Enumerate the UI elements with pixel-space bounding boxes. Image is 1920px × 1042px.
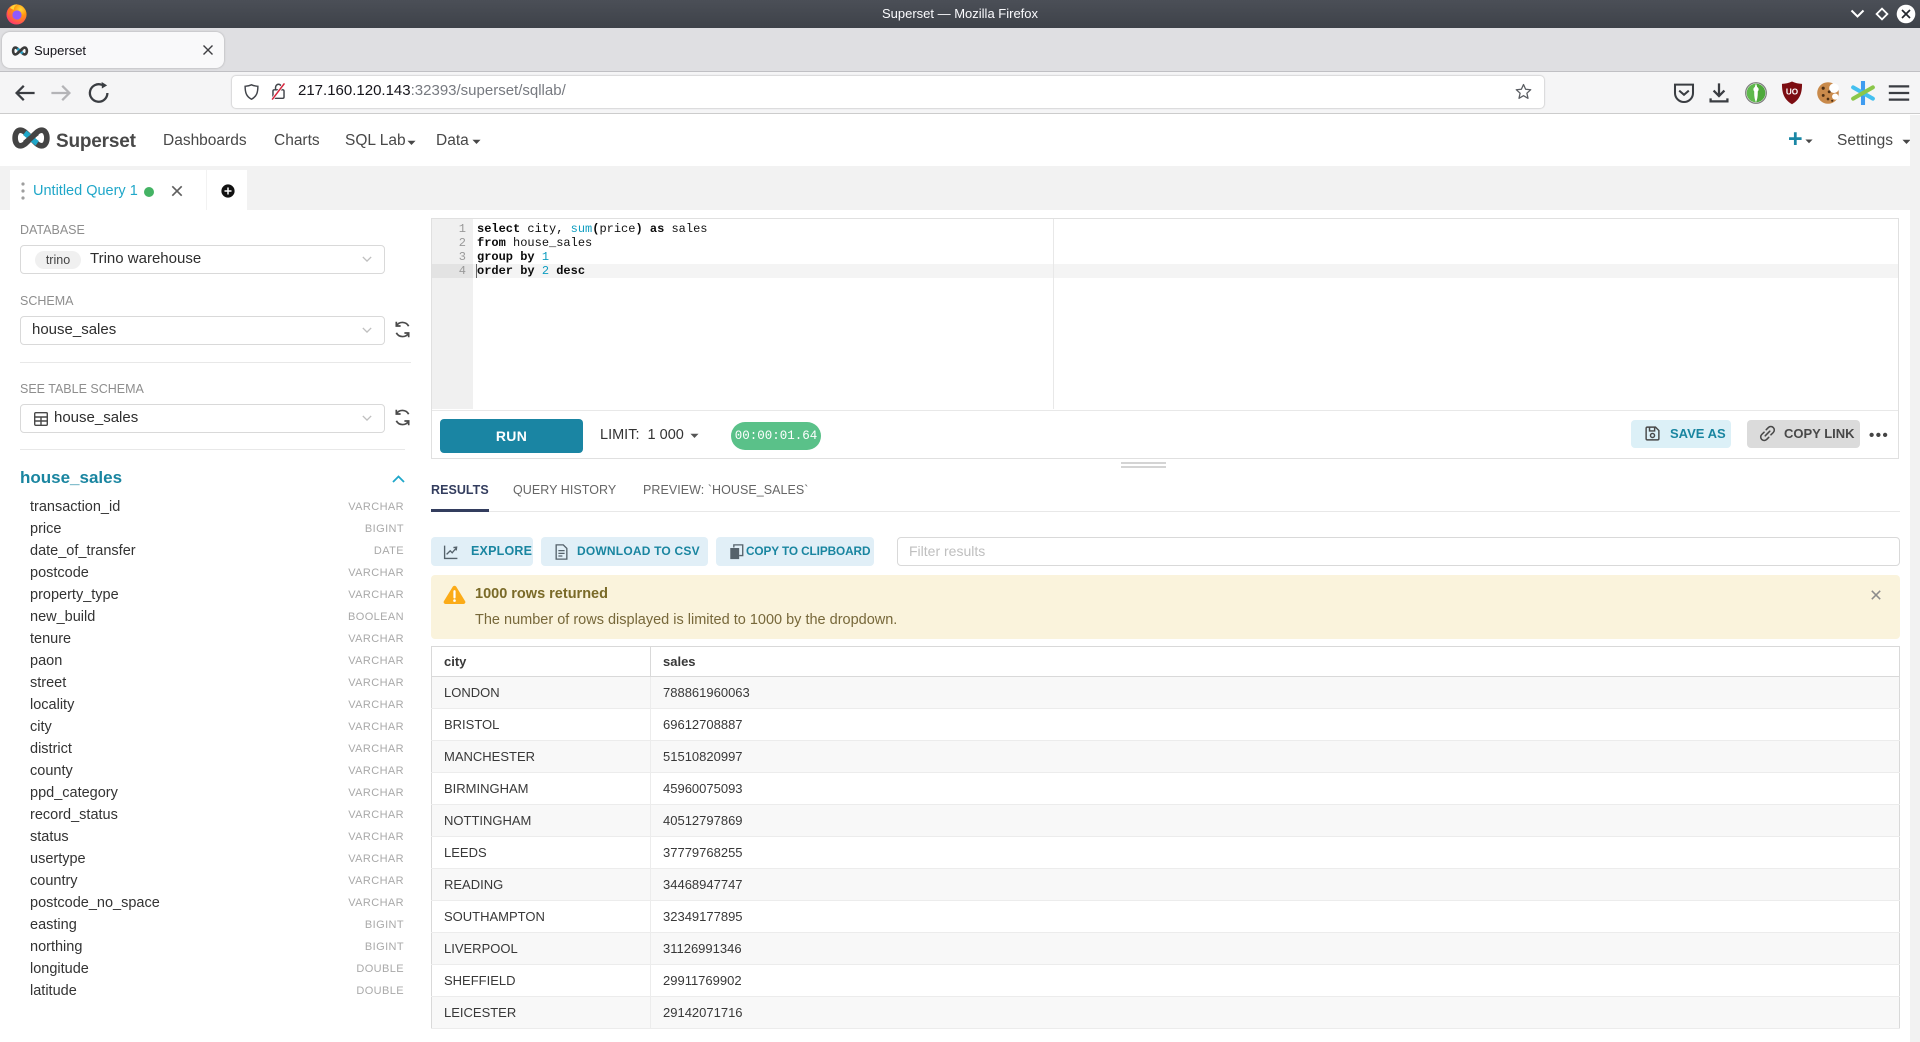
svg-text:UO: UO <box>1786 88 1799 97</box>
